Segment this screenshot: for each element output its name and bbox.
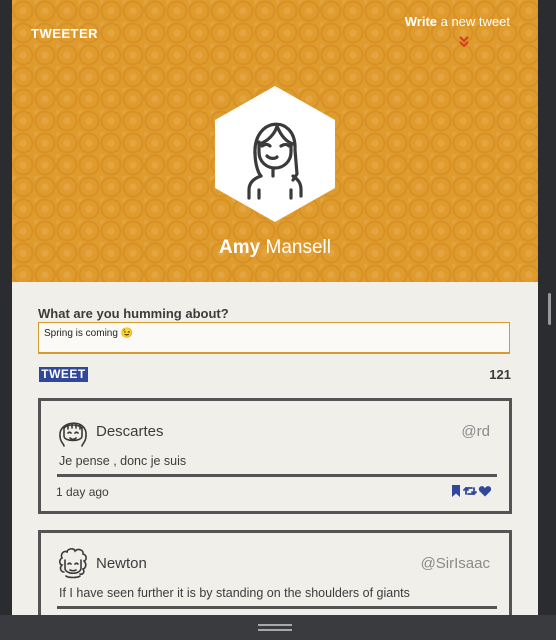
scrollbar-thumb[interactable] bbox=[548, 293, 551, 325]
drag-handle-icon[interactable] bbox=[258, 624, 292, 632]
profile-header: TWEETER Write a new tweet Amy Mansell bbox=[12, 0, 538, 282]
retweet-icon[interactable] bbox=[463, 484, 477, 498]
newton-avatar-icon bbox=[58, 548, 87, 579]
compose-label: What are you humming about? bbox=[38, 306, 229, 321]
tweet-author-handle[interactable]: @SirIsaac bbox=[421, 555, 490, 572]
brand-logo[interactable]: TWEETER bbox=[31, 26, 98, 41]
tweet-timestamp: 1 day ago bbox=[56, 485, 109, 499]
profile-name: Amy Mansell bbox=[12, 237, 538, 259]
write-link-bold: Write bbox=[404, 14, 437, 29]
tweet-author-name[interactable]: Descartes bbox=[96, 423, 164, 440]
write-new-tweet-link[interactable]: Write a new tweet bbox=[405, 14, 510, 29]
write-link-rest: a new tweet bbox=[437, 14, 510, 29]
bookmark-icon[interactable] bbox=[449, 484, 463, 498]
heart-icon[interactable] bbox=[478, 484, 492, 498]
char-counter: 121 bbox=[489, 367, 511, 382]
profile-first-name: Amy bbox=[219, 237, 261, 258]
tweet-author-handle[interactable]: @rd bbox=[461, 423, 490, 440]
tweet-divider bbox=[57, 606, 497, 609]
tweet-divider bbox=[57, 474, 497, 477]
tweet-button[interactable]: TWEET bbox=[39, 367, 88, 382]
tweet-card: Newton @SirIsaac If I have seen further … bbox=[38, 530, 512, 615]
double-chevron-down-icon[interactable] bbox=[457, 35, 471, 49]
tweet-input-value: Spring is coming 😉 bbox=[44, 328, 134, 339]
tweet-text: If I have seen further it is by standing… bbox=[59, 586, 410, 600]
user-avatar-icon bbox=[215, 86, 335, 222]
profile-last-name: Mansell bbox=[260, 237, 331, 258]
tweet-author-name[interactable]: Newton bbox=[96, 555, 147, 572]
tweet-actions bbox=[449, 484, 493, 500]
app-window: TWEETER Write a new tweet Amy Mansell Wh… bbox=[12, 0, 538, 615]
descartes-avatar-icon bbox=[59, 422, 87, 447]
tweet-input[interactable]: Spring is coming 😉 bbox=[38, 322, 510, 354]
tweet-card: Descartes @rd Je pense , donc je suis 1 … bbox=[38, 398, 512, 514]
tweet-text: Je pense , donc je suis bbox=[59, 454, 187, 468]
